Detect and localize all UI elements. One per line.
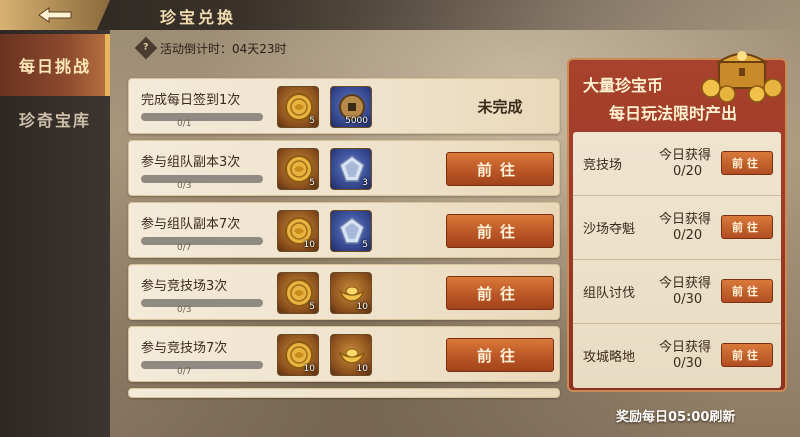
- hourglass-icon: ?: [134, 36, 158, 60]
- task-row: 参与组队副本3次 0/3 5 3 前往: [128, 140, 560, 196]
- task-progress-text: 0/3: [177, 305, 192, 315]
- back-button[interactable]: [0, 0, 110, 30]
- task-progress-bar: [141, 237, 263, 245]
- task-name: 完成每日签到1次: [141, 93, 241, 108]
- earned-value: 0/30: [673, 292, 703, 307]
- go-button[interactable]: 前往: [446, 338, 554, 372]
- mode-row: 竞技场 今日获得 0/20 前往: [573, 132, 781, 196]
- reward-item[interactable]: 5: [277, 86, 319, 128]
- task-progress-bar: [141, 299, 263, 307]
- mode-go-button[interactable]: 前往: [721, 279, 773, 303]
- refresh-note: 奖励每日05:00刷新: [616, 410, 736, 425]
- task-row: 参与组队副本7次 0/7 10 5 前往: [128, 202, 560, 258]
- mode-name: 攻城略地: [583, 350, 636, 365]
- sidebar: 每日挑战 珍奇宝库: [0, 30, 110, 437]
- mode-row: 攻城略地 今日获得 0/30 前往: [573, 324, 781, 388]
- task-name: 参与组队副本7次: [141, 217, 241, 232]
- page-title: 珍宝兑换: [160, 8, 237, 27]
- event-countdown: ? 活动倒计时：04天23时: [134, 36, 287, 60]
- treasure-coin-panel: 大量珍宝币 每日玩法限时产出 竞技场 今日获得 0/20 前往 沙场夺魁 今日获…: [567, 51, 787, 392]
- panel-header: 大量珍宝币 每日玩法限时产出: [569, 51, 785, 130]
- reward-item[interactable]: 10: [330, 334, 372, 376]
- reward-item[interactable]: 10: [330, 272, 372, 314]
- task-name: 参与竞技场3次: [141, 279, 228, 294]
- go-button[interactable]: 前往: [446, 152, 554, 186]
- task-progress-text: 0/3: [177, 181, 192, 191]
- mode-go-button[interactable]: 前往: [721, 215, 773, 239]
- task-progress-text: 0/7: [177, 243, 192, 253]
- mode-name: 组队讨伐: [583, 286, 636, 301]
- task-progress-text: 0/1: [177, 119, 192, 129]
- mode-go-button[interactable]: 前往: [721, 343, 773, 367]
- task-progress-bar: [141, 175, 263, 183]
- tab-treasure-vault[interactable]: 珍奇宝库: [0, 88, 110, 150]
- task-progress-bar: [141, 113, 263, 121]
- reward-item[interactable]: 3: [330, 148, 372, 190]
- reward-item[interactable]: 5: [330, 210, 372, 252]
- earned-label: 今日获得: [659, 340, 712, 355]
- task-name: 参与组队副本3次: [141, 155, 241, 170]
- task-row: 参与竞技场7次 0/7 10 10 前往: [128, 326, 560, 382]
- panel-title: 大量珍宝币: [583, 76, 664, 95]
- reward-qty: 10: [303, 364, 315, 374]
- reward-qty: 5: [309, 116, 315, 126]
- task-status-incomplete: 未完成: [477, 98, 523, 116]
- reward-qty: 10: [356, 302, 368, 312]
- reward-qty: 10: [356, 364, 368, 374]
- earned-label: 今日获得: [659, 212, 712, 227]
- reward-qty: 5: [362, 240, 368, 250]
- earned-value: 0/20: [673, 228, 703, 243]
- earned-value: 0/30: [673, 356, 703, 371]
- reward-qty: 3: [362, 178, 368, 188]
- treasure-chest-icon: [701, 51, 783, 103]
- reward-qty: 5: [309, 178, 315, 188]
- task-name: 参与竞技场7次: [141, 341, 228, 356]
- reward-qty: 5: [309, 302, 315, 312]
- mode-name: 沙场夺魁: [583, 222, 636, 237]
- task-row: 完成每日签到1次 0/1 5 5000 未完成: [128, 78, 560, 134]
- earned-label: 今日获得: [659, 148, 712, 163]
- mode-name: 竞技场: [583, 158, 623, 173]
- reward-qty: 10: [303, 240, 315, 250]
- back-arrow-icon: [38, 7, 72, 23]
- reward-item[interactable]: 10: [277, 210, 319, 252]
- mode-row: 沙场夺魁 今日获得 0/20 前往: [573, 196, 781, 260]
- earned-label: 今日获得: [659, 276, 712, 291]
- header-bar: 珍宝兑换: [0, 0, 800, 30]
- earned-value: 0/20: [673, 164, 703, 179]
- reward-item[interactable]: 5: [277, 148, 319, 190]
- countdown-text: 活动倒计时：04天23时: [160, 41, 287, 56]
- reward-item[interactable]: 10: [277, 334, 319, 376]
- mode-row: 组队讨伐 今日获得 0/30 前往: [573, 260, 781, 324]
- reward-item[interactable]: 5: [277, 272, 319, 314]
- reward-qty: 5000: [345, 116, 368, 126]
- go-button[interactable]: 前往: [446, 276, 554, 310]
- tab-daily-challenge[interactable]: 每日挑战: [0, 34, 110, 96]
- task-row: 参与竞技场3次 0/3 5 10 前往: [128, 264, 560, 320]
- task-row-partial: [128, 388, 560, 398]
- go-button[interactable]: 前往: [446, 214, 554, 248]
- mode-list: 竞技场 今日获得 0/20 前往 沙场夺魁 今日获得 0/20 前往 组队讨伐 …: [573, 132, 781, 388]
- task-progress-bar: [141, 361, 263, 369]
- reward-item[interactable]: 5000: [330, 86, 372, 128]
- mode-go-button[interactable]: 前往: [721, 151, 773, 175]
- task-progress-text: 0/7: [177, 367, 192, 377]
